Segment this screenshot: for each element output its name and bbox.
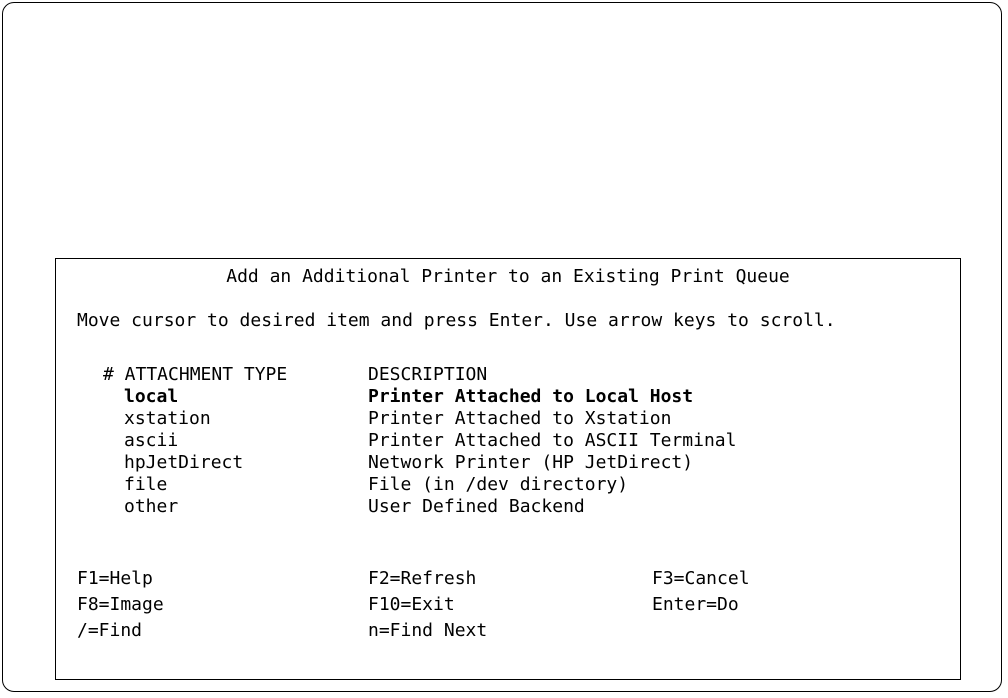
enter-do-key[interactable]: Enter=Do — [652, 594, 739, 616]
list-item-description: Printer Attached to Local Host — [368, 386, 694, 407]
list-item-type: other — [124, 496, 179, 517]
list-item-type: local — [124, 386, 179, 407]
list-item-description: Network Printer (HP JetDirect) — [368, 452, 694, 473]
list-item-hpjetdirect[interactable]: hpJetDirect Network Printer (HP JetDirec… — [55, 452, 961, 474]
dialog-instruction: Move cursor to desired item and press En… — [77, 310, 836, 331]
dialog-top-border — [55, 258, 961, 259]
f2-refresh-key[interactable]: F2=Refresh — [368, 568, 476, 590]
list-item-description: Printer Attached to ASCII Terminal — [368, 430, 737, 451]
list-item-local[interactable]: local Printer Attached to Local Host — [55, 386, 961, 408]
list-item-file[interactable]: file File (in /dev directory) — [55, 474, 961, 496]
f10-exit-key[interactable]: F10=Exit — [368, 594, 455, 616]
f8-image-key[interactable]: F8=Image — [77, 594, 164, 616]
find-next-key[interactable]: n=Find Next — [368, 620, 487, 642]
dialog-bottom-border — [55, 679, 961, 680]
list-item-description: Printer Attached to Xstation — [368, 408, 672, 429]
list-item-type: file — [124, 474, 168, 495]
list-item-type: xstation — [124, 408, 211, 429]
list-item-other[interactable]: other User Defined Backend — [55, 496, 961, 518]
f1-help-key[interactable]: F1=Help — [77, 568, 153, 590]
list-item-type: hpJetDirect — [124, 452, 244, 473]
list-item-type: ascii — [124, 430, 179, 451]
column-header-description: DESCRIPTION — [368, 364, 488, 385]
list-item-ascii[interactable]: ascii Printer Attached to ASCII Terminal — [55, 430, 961, 452]
list-item-xstation[interactable]: xstation Printer Attached to Xstation — [55, 408, 961, 430]
dialog-title: Add an Additional Printer to an Existing… — [226, 266, 790, 287]
list-item-description: File (in /dev directory) — [368, 474, 629, 495]
f3-cancel-key[interactable]: F3=Cancel — [652, 568, 750, 590]
find-key[interactable]: /=Find — [77, 620, 142, 642]
column-header-attachment-type: # ATTACHMENT TYPE — [103, 364, 288, 385]
list-item-description: User Defined Backend — [368, 496, 585, 517]
printer-attachment-dialog: Add an Additional Printer to an Existing… — [55, 258, 961, 680]
